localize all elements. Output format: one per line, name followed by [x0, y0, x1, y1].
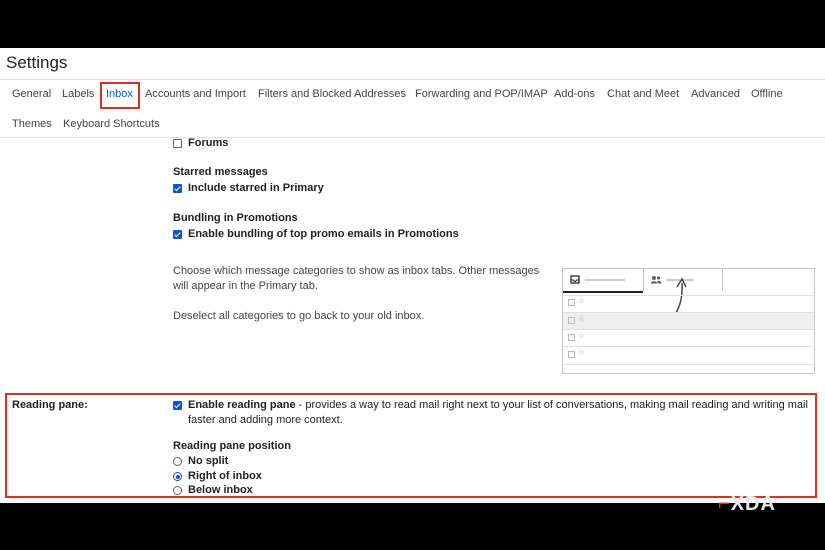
page-title: Settings — [6, 53, 68, 72]
star-icon: ☆ — [578, 348, 586, 357]
settings-screen: Settings General Labels Inbox Accounts a… — [0, 48, 825, 503]
enable-reading-pane-label: Enable reading pane — [188, 399, 296, 411]
tab-chat-and-meet[interactable]: Chat and Meet — [607, 88, 679, 100]
tab-offline[interactable]: Offline — [751, 88, 783, 100]
starred-messages-heading: Starred messages — [173, 166, 268, 178]
bundling-heading: Bundling in Promotions — [173, 212, 298, 224]
include-starred-label: Include starred in Primary — [188, 182, 324, 194]
forums-checkbox[interactable] — [173, 139, 182, 148]
xda-watermark: ⌐XDA — [718, 493, 776, 516]
include-starred-checkbox[interactable] — [173, 184, 182, 193]
reading-pane-section-label: Reading pane: — [12, 399, 88, 411]
star-icon: ☆ — [578, 296, 586, 305]
tab-general[interactable]: General — [12, 88, 51, 100]
mail-row-preview: ☆ — [563, 329, 814, 347]
tab-add-ons[interactable]: Add-ons — [554, 88, 595, 100]
inbox-tabs-illustration: ☆ ☆ ☆ ☆ — [562, 268, 815, 374]
tab-labels[interactable]: Labels — [62, 88, 94, 100]
right-of-inbox-radio[interactable] — [173, 472, 182, 481]
mail-row-preview: ☆ — [563, 346, 814, 365]
enable-reading-pane-checkbox[interactable] — [173, 401, 182, 410]
tabs-divider-top — [0, 79, 825, 80]
tab-forwarding-and-pop-imap[interactable]: Forwarding and POP/IMAP — [415, 88, 548, 100]
forums-label: Forums — [188, 137, 229, 149]
tabs-divider-bottom — [0, 137, 825, 138]
right-of-inbox-label: Right of inbox — [188, 470, 262, 482]
below-inbox-radio[interactable] — [173, 486, 182, 495]
tab-accounts-and-import[interactable]: Accounts and Import — [145, 88, 246, 100]
tab-advanced[interactable]: Advanced — [691, 88, 740, 100]
tab-themes[interactable]: Themes — [12, 118, 52, 130]
no-split-radio[interactable] — [173, 457, 182, 466]
bundling-label: Enable bundling of top promo emails in P… — [188, 228, 459, 240]
categories-deselect-note: Deselect all categories to go back to yo… — [173, 310, 425, 322]
primary-tab-preview — [563, 269, 643, 293]
tab-filters-and-blocked-addresses[interactable]: Filters and Blocked Addresses — [258, 88, 406, 100]
no-split-label: No split — [188, 455, 229, 467]
xda-watermark-text: XDA — [730, 493, 776, 515]
reading-pane-position-heading: Reading pane position — [173, 440, 291, 452]
enable-reading-pane-text: Enable reading pane - provides a way to … — [188, 398, 813, 428]
tab-keyboard-shortcuts[interactable]: Keyboard Shortcuts — [63, 118, 160, 130]
categories-description: Choose which message categories to show … — [173, 265, 540, 292]
inbox-tab-highlight — [100, 82, 140, 109]
mail-row-preview: ☆ — [563, 312, 814, 330]
inbox-tray-icon — [570, 275, 580, 284]
star-icon: ☆ — [578, 314, 586, 323]
below-inbox-label: Below inbox — [188, 484, 253, 496]
mail-row-preview: ☆ — [563, 295, 814, 313]
star-icon: ☆ — [578, 331, 586, 340]
xda-logo-icon: ⌐ — [718, 493, 731, 515]
bundling-checkbox[interactable] — [173, 230, 182, 239]
